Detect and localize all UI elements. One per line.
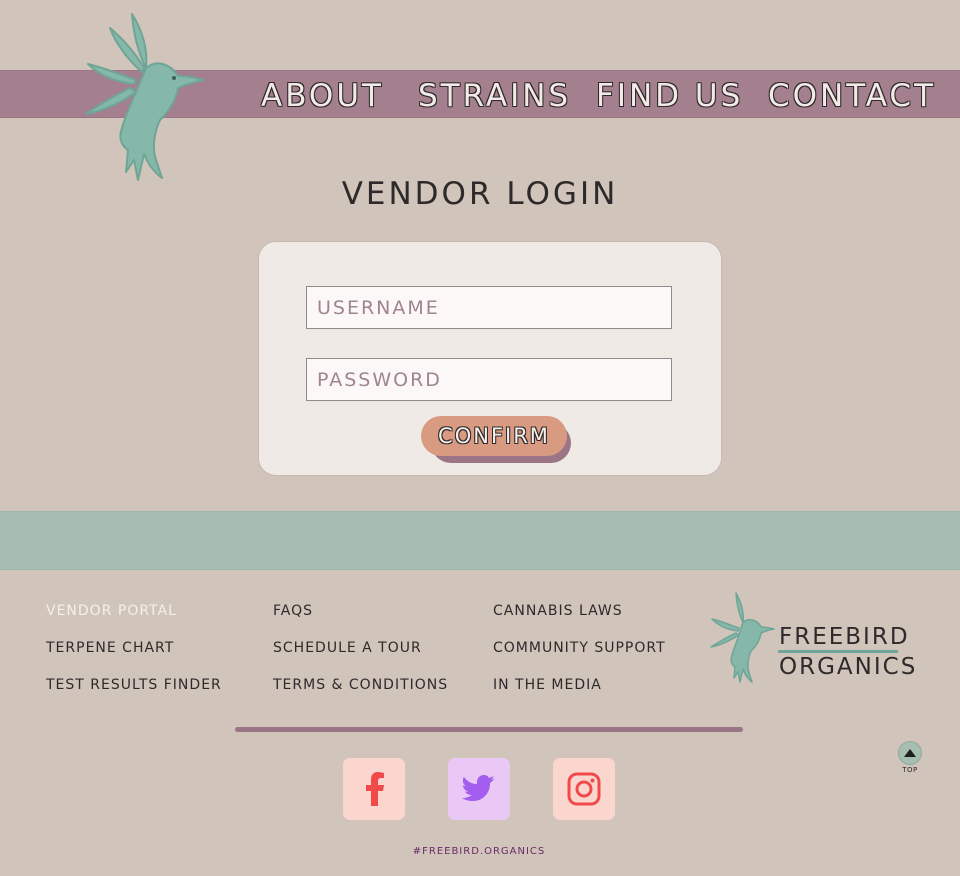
arrow-up-icon bbox=[904, 749, 916, 757]
password-input[interactable] bbox=[306, 358, 672, 401]
footer-hashtag: #freebird.organics bbox=[412, 846, 546, 857]
footer-link-in-the-media[interactable]: In the Media bbox=[493, 677, 602, 693]
footer-band bbox=[0, 511, 960, 570]
twitter-link[interactable] bbox=[448, 758, 510, 820]
footer-link-vendor-portal[interactable]: Vendor Portal bbox=[46, 603, 177, 619]
footer-link-terms[interactable]: Terms & Conditions bbox=[273, 677, 448, 693]
footer-link-community-support[interactable]: Community Support bbox=[493, 640, 666, 656]
nav-about[interactable]: About bbox=[261, 78, 384, 114]
instagram-link[interactable] bbox=[553, 758, 615, 820]
brand-name-organics: Organics bbox=[779, 654, 918, 680]
footer-link-terpene-chart[interactable]: Terpene Chart bbox=[46, 640, 174, 656]
username-input[interactable] bbox=[306, 286, 672, 329]
footer-link-schedule-tour[interactable]: Schedule a Tour bbox=[273, 640, 422, 656]
footer-link-cannabis-laws[interactable]: Cannabis Laws bbox=[493, 603, 623, 619]
hummingbird-logo-icon[interactable] bbox=[82, 10, 208, 188]
brand-name-freebird: Freebird bbox=[779, 624, 910, 650]
footer-link-faqs[interactable]: FAQs bbox=[273, 603, 313, 619]
instagram-icon bbox=[567, 772, 601, 806]
back-to-top-label: TOP bbox=[902, 766, 918, 774]
nav-find-us[interactable]: Find Us bbox=[596, 78, 743, 114]
page-title: Vendor Login bbox=[341, 176, 619, 212]
back-to-top-button[interactable] bbox=[898, 741, 922, 765]
footer-link-test-results-finder[interactable]: Test Results Finder bbox=[46, 677, 222, 693]
twitter-icon bbox=[462, 775, 495, 801]
facebook-icon bbox=[366, 772, 384, 806]
footer-divider bbox=[235, 727, 743, 732]
confirm-button[interactable]: Confirm bbox=[421, 416, 567, 456]
nav-strains[interactable]: Strains bbox=[418, 78, 571, 114]
brand-underline bbox=[778, 650, 898, 653]
login-card: Confirm bbox=[258, 241, 722, 476]
nav-contact[interactable]: Contact bbox=[768, 78, 936, 114]
facebook-link[interactable] bbox=[343, 758, 405, 820]
